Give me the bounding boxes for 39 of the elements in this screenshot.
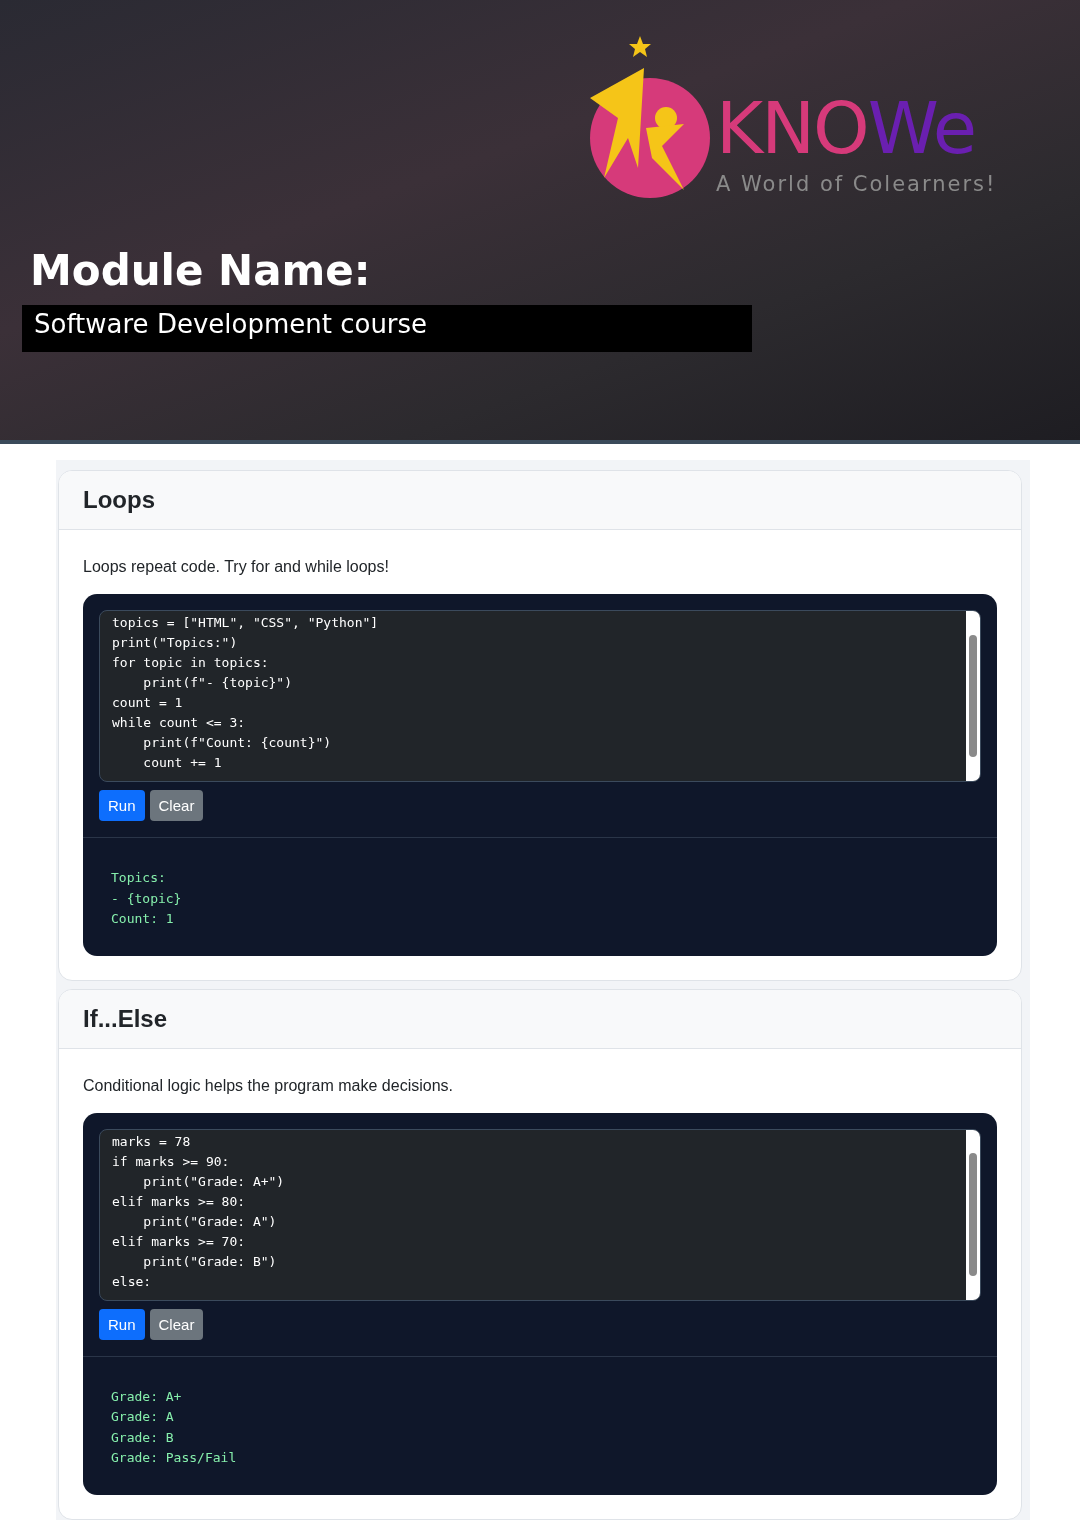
code-line: if marks >= 90: xyxy=(112,1152,231,1171)
output-line: Grade: A xyxy=(111,1408,175,1426)
output-line: Topics: xyxy=(111,869,167,887)
code-line: elif marks >= 80: xyxy=(112,1192,247,1211)
action-button[interactable]: Clear xyxy=(149,1308,204,1340)
code-line: print("Topics:") xyxy=(112,634,239,652)
code-line: topics = ["HTML", "CSS", "Python"] xyxy=(112,614,380,632)
code-line: while count <= 3: xyxy=(112,714,247,732)
code-line: else: xyxy=(112,1272,153,1291)
output-line: - {topic} xyxy=(111,889,183,908)
brand-name: KNOWe xyxy=(716,88,977,168)
section-description: Loops repeat code. Try for and while loops! xyxy=(83,558,390,576)
output-line: Grade: B xyxy=(111,1428,175,1447)
output-line: Grade: A+ xyxy=(111,1387,183,1406)
code-line: count = 1 xyxy=(112,694,184,712)
brand-tagline: A World of Colearners! xyxy=(716,172,997,196)
section-title: Loops xyxy=(83,486,156,514)
module-heading: Module Name: xyxy=(30,246,371,295)
scrollbar[interactable] xyxy=(966,611,980,781)
code-editor[interactable]: topics = ["HTML", "CSS", "Python"] print("Topics:") for topic in topics: print(f"- {topic}") count = 1 while count <= 3: print(f"Count: {count}") count += 1 xyxy=(99,610,981,782)
code-line: print("Grade: B") xyxy=(142,1252,278,1271)
code-line: print(f"Count: {count}") xyxy=(142,734,333,752)
action-button[interactable]: Run xyxy=(99,1308,145,1340)
code-line: elif marks >= 70: xyxy=(112,1232,247,1251)
output-line: Count: 1 xyxy=(111,910,175,928)
code-editor[interactable]: marks = 78 if marks >= 90: print("Grade: A+") elif marks >= 80: print("Grade: A") elif marks >= 70: print("Grade: B") else: xyxy=(99,1128,981,1301)
code-line: for topic in topics: xyxy=(112,654,270,672)
code-line: print("Grade: A+") xyxy=(142,1172,286,1191)
action-button[interactable]: Clear xyxy=(149,790,204,821)
code-line: count += 1 xyxy=(142,754,223,772)
output-line: Grade: Pass/Fail xyxy=(111,1449,238,1467)
section-description: Conditional logic helps the program make decisions. xyxy=(83,1076,454,1095)
code-line: print(f"- {topic}") xyxy=(142,674,293,692)
course-title: Software Development course xyxy=(22,305,752,352)
scrollbar[interactable] xyxy=(966,1129,980,1300)
section-title: If...Else xyxy=(83,1004,169,1033)
code-line: print("Grade: A") xyxy=(142,1212,278,1231)
action-button[interactable]: Run xyxy=(99,790,145,821)
code-line: marks = 78 xyxy=(112,1132,192,1151)
